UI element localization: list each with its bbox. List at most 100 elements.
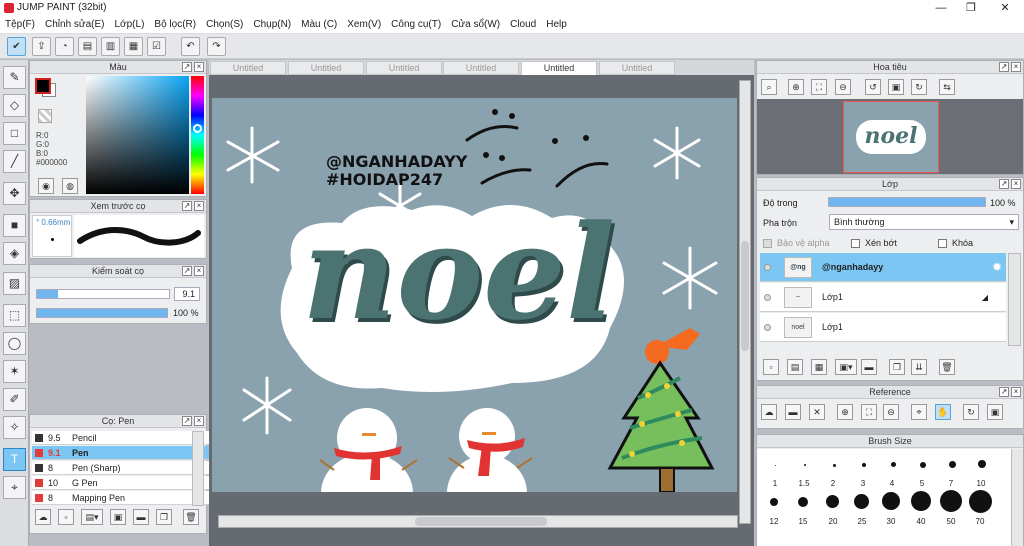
horizontal-scroll-thumb[interactable] <box>415 517 547 526</box>
menu-cloud[interactable]: Cloud <box>505 19 541 30</box>
brush-dropdown-icon[interactable]: ▤▾ <box>81 509 103 525</box>
size-dot[interactable] <box>833 464 836 467</box>
lock-checkbox[interactable] <box>938 239 947 248</box>
close-panel-icon[interactable]: × <box>194 201 204 211</box>
hue-handle[interactable] <box>193 124 202 133</box>
size-dot[interactable] <box>882 492 900 510</box>
menu-color[interactable]: Màu (C) <box>296 19 342 30</box>
menu-tools[interactable]: Công cụ(T) <box>386 19 446 30</box>
float-icon[interactable]: ↗ <box>182 201 192 211</box>
brush-list-scrollbar[interactable] <box>192 431 204 506</box>
size-dot[interactable] <box>978 460 986 468</box>
visibility-icon[interactable] <box>764 324 771 331</box>
brush-size-value[interactable]: 9.1 <box>174 287 200 301</box>
menu-help[interactable]: Help <box>541 19 572 30</box>
undo-icon[interactable]: ↶ <box>181 37 200 56</box>
pen-tool-icon[interactable]: ╱ <box>3 150 26 173</box>
layer-folder-icon[interactable]: ▬ <box>861 359 877 375</box>
document-icon[interactable]: ▥ <box>101 37 120 56</box>
menu-select[interactable]: Chọn(S) <box>201 19 248 30</box>
maximize-button[interactable]: ❐ <box>956 0 986 16</box>
zoom-out-icon[interactable]: ⊖ <box>835 79 851 95</box>
hue-slider[interactable] <box>191 76 204 194</box>
menu-view[interactable]: Xem(V) <box>342 19 386 30</box>
float-icon[interactable]: ↗ <box>182 416 192 426</box>
select-eraser-tool-icon[interactable]: ✧ <box>3 416 26 439</box>
brush-size-scrollbar[interactable] <box>1011 449 1023 546</box>
brush-cloud-icon[interactable]: ☁ <box>35 509 51 525</box>
new-vector-layer-icon[interactable]: ▦ <box>811 359 827 375</box>
size-dot[interactable] <box>775 465 776 466</box>
fit-screen-icon[interactable]: ⛶ <box>811 79 827 95</box>
rectangle-tool-icon[interactable]: □ <box>3 122 26 145</box>
fill-rect-tool-icon[interactable]: ■ <box>3 214 26 237</box>
size-dot[interactable] <box>969 490 992 513</box>
brush-tool-icon[interactable]: ✎ <box>3 66 26 89</box>
saturation-value-picker[interactable] <box>86 76 189 194</box>
color-mix-icon[interactable]: ◍ <box>62 178 78 194</box>
delete-layer-icon[interactable]: 🗑 <box>939 359 955 375</box>
export-icon[interactable]: ⇪ <box>32 37 51 56</box>
brush-item-pen-sharp[interactable]: 8 Pen (Sharp) <box>32 461 218 475</box>
float-icon[interactable]: ↗ <box>999 387 1009 397</box>
size-dot[interactable] <box>804 464 806 466</box>
reference-reset-icon[interactable]: ▣ <box>987 404 1003 420</box>
brush-item-mapping-pen[interactable]: 8 Mapping Pen <box>32 491 218 505</box>
blend-mode-select[interactable]: Bình thường ▾ <box>829 214 1019 230</box>
eraser-tool-icon[interactable]: ◇ <box>3 94 26 117</box>
protect-alpha-checkbox[interactable] <box>763 239 772 248</box>
brush-size-slider[interactable] <box>36 289 170 299</box>
cloud-check-icon[interactable]: ✔ <box>7 37 26 56</box>
new-raster-layer-icon[interactable]: ▤ <box>787 359 803 375</box>
palette-icon[interactable]: ◉ <box>38 178 54 194</box>
close-reference-icon[interactable]: ✕ <box>809 404 825 420</box>
reference-zoom-in-icon[interactable]: ⊕ <box>837 404 853 420</box>
layer-list-scrollbar[interactable] <box>1008 253 1021 346</box>
menu-window[interactable]: Cửa sổ(W) <box>446 19 505 30</box>
magic-wand-tool-icon[interactable]: ✶ <box>3 360 26 383</box>
minimize-button[interactable]: — <box>926 0 956 16</box>
tab-untitled-1[interactable]: Untitled <box>210 61 286 75</box>
close-button[interactable]: ✕ <box>990 0 1020 16</box>
page-icon[interactable]: ▦ <box>124 37 143 56</box>
transparent-color-swatch[interactable] <box>38 109 52 123</box>
drawing-canvas[interactable]: @NGANHADAYY #HOIDAP247 noel <box>212 98 737 492</box>
duplicate-layer-icon[interactable]: ❐ <box>889 359 905 375</box>
new-brush-icon[interactable]: ▫ <box>58 509 74 525</box>
layer-settings-gear-icon[interactable]: ✹ <box>992 260 1002 274</box>
brush-settings-icon[interactable]: ▣ <box>110 509 126 525</box>
layer-row[interactable]: ~ Lớp1 ◢ <box>760 283 1006 312</box>
visibility-icon[interactable] <box>764 264 771 271</box>
size-dot[interactable] <box>862 463 866 467</box>
float-icon[interactable]: ↗ <box>182 266 192 276</box>
close-panel-icon[interactable]: × <box>194 62 204 72</box>
float-icon[interactable]: ↗ <box>999 62 1009 72</box>
new-layer-icon[interactable]: ▫ <box>763 359 779 375</box>
hand-tool-icon[interactable]: ✋ <box>935 404 951 420</box>
tab-untitled-3[interactable]: Untitled <box>366 61 442 75</box>
primary-color-swatch[interactable] <box>35 78 51 94</box>
menu-layer[interactable]: Lớp(L) <box>110 19 150 30</box>
checklist-icon[interactable]: ☑ <box>147 37 166 56</box>
close-panel-icon[interactable]: × <box>194 416 204 426</box>
size-dot[interactable] <box>940 490 962 512</box>
close-panel-icon[interactable]: × <box>1011 62 1021 72</box>
navigator-thumbnail[interactable]: noel <box>843 101 939 173</box>
reference-zoom-out-icon[interactable]: ⊖ <box>883 404 899 420</box>
brush-opacity-slider[interactable] <box>36 308 168 318</box>
merge-layer-icon[interactable]: ⇊ <box>911 359 927 375</box>
add-layer-dropdown-icon[interactable]: ▣▾ <box>835 359 857 375</box>
float-icon[interactable]: ↗ <box>182 62 192 72</box>
comment-icon[interactable]: ◔ <box>55 37 74 56</box>
eyedropper-tool-icon[interactable]: ⌖ <box>3 476 26 499</box>
brush-folder-icon[interactable]: ▬ <box>133 509 149 525</box>
size-dot[interactable] <box>920 462 926 468</box>
menu-file[interactable]: Tệp(F) <box>0 19 40 30</box>
select-pen-tool-icon[interactable]: ✐ <box>3 388 26 411</box>
text-tool-icon[interactable]: T <box>3 448 26 471</box>
zoom-fit-icon[interactable]: ⌕ <box>761 79 777 95</box>
size-dot[interactable] <box>826 495 839 508</box>
canvas-horizontal-scrollbar[interactable] <box>218 515 738 528</box>
reference-eyedropper-icon[interactable]: ⌖ <box>911 404 927 420</box>
menu-edit[interactable]: Chỉnh sửa(E) <box>40 19 110 30</box>
